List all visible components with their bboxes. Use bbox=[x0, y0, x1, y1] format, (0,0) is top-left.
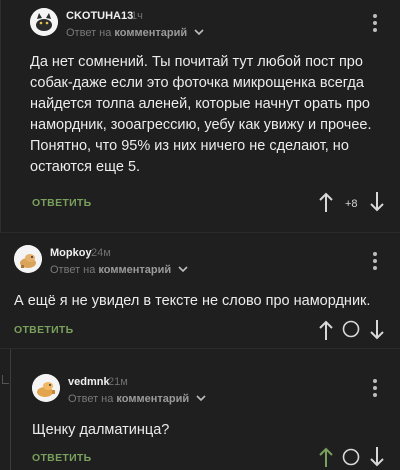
reply-target: комментарий bbox=[98, 264, 172, 276]
comments-page: CKOTUHA13 1ч Ответ на комментарий Да нет… bbox=[0, 0, 400, 470]
comment-header: vedmnk 21м Ответ на комментарий bbox=[32, 374, 382, 414]
kebab-menu-icon[interactable] bbox=[373, 14, 377, 35]
upvote-arrow-icon[interactable] bbox=[318, 191, 334, 213]
chevron-down-icon bbox=[178, 264, 188, 276]
comment-time: 1ч bbox=[131, 10, 143, 22]
downvote-arrow-icon[interactable] bbox=[369, 446, 385, 468]
reply-to-link[interactable]: Ответ на комментарий bbox=[66, 27, 204, 39]
thread-line bbox=[0, 0, 1, 232]
avatar-cat-icon[interactable] bbox=[30, 8, 58, 36]
upvote-arrow-icon[interactable] bbox=[318, 319, 334, 341]
kebab-menu-icon[interactable] bbox=[373, 379, 377, 400]
downvote-arrow-icon[interactable] bbox=[369, 319, 385, 341]
comment-1: CKOTUHA13 1ч Ответ на комментарий Да нет… bbox=[0, 0, 400, 232]
downvote-arrow-icon[interactable] bbox=[369, 191, 385, 213]
reply-prefix: Ответ на bbox=[68, 393, 114, 405]
comment-header: CKOTUHA13 1ч Ответ на комментарий bbox=[30, 8, 390, 48]
reply-button[interactable]: ОТВЕТИТЬ bbox=[32, 452, 92, 464]
reply-prefix: Ответ на bbox=[50, 264, 96, 276]
chevron-down-icon bbox=[196, 393, 206, 405]
upvote-arrow-icon[interactable] bbox=[318, 446, 334, 468]
reply-button[interactable]: ОТВЕТИТЬ bbox=[32, 197, 92, 209]
reply-to-link[interactable]: Ответ на комментарий bbox=[68, 393, 206, 405]
author-name[interactable]: vedmnk bbox=[68, 376, 110, 388]
reply-target: комментарий bbox=[116, 393, 190, 405]
save-circle-icon[interactable] bbox=[342, 448, 360, 466]
comment-time: 21м bbox=[108, 376, 128, 388]
save-circle-icon[interactable] bbox=[342, 320, 360, 338]
kebab-menu-icon[interactable] bbox=[373, 252, 377, 273]
avatar-dog-icon[interactable] bbox=[32, 374, 60, 402]
comment-text: А ещё я не увидел в тексте не слово про … bbox=[14, 293, 371, 309]
rating-count: +8 bbox=[345, 198, 358, 210]
reply-button[interactable]: ОТВЕТИТЬ bbox=[14, 324, 74, 336]
comment-3: vedmnk 21м Ответ на комментарий Щенку да… bbox=[0, 349, 400, 470]
reply-to-link[interactable]: Ответ на комментарий bbox=[50, 264, 188, 276]
thread-line bbox=[10, 349, 11, 470]
comment-time: 24м bbox=[91, 247, 111, 259]
reply-prefix: Ответ на bbox=[66, 27, 112, 39]
comment-2: Mopkoy 24м Ответ на комментарий А ещё я … bbox=[0, 233, 400, 348]
chevron-down-icon bbox=[194, 27, 204, 39]
author-name[interactable]: CKOTUHA13 bbox=[66, 10, 133, 22]
comment-text: Да нет сомнений. Ты почитай тут любой по… bbox=[30, 54, 372, 175]
thread-branch bbox=[2, 375, 9, 384]
comment-text: Щенку далматинца? bbox=[32, 422, 170, 438]
author-name[interactable]: Mopkoy bbox=[50, 247, 92, 259]
avatar-dog-icon[interactable] bbox=[14, 245, 42, 273]
reply-target: комментарий bbox=[114, 27, 188, 39]
comment-header: Mopkoy 24м Ответ на комментарий bbox=[14, 245, 384, 285]
